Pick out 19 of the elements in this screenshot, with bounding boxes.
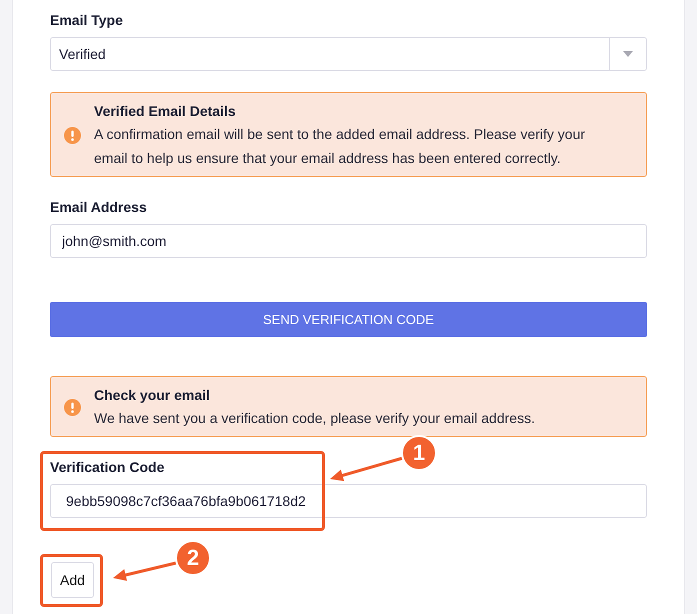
caret-icon <box>623 51 633 57</box>
input-field[interactable]: 9ebb59098c7cf36aa76bfa9b061718d2 <box>50 484 647 518</box>
alert-title: Verified Email Details <box>94 102 236 121</box>
highlight-frame <box>40 554 103 607</box>
send-code-button[interactable]: SEND VERIFICATION CODE <box>50 302 647 337</box>
callout-number-badge: 1 <box>401 435 437 471</box>
callout-arrow <box>113 562 178 581</box>
callout-number-badge: 2 <box>175 540 211 576</box>
warning-icon <box>64 126 81 144</box>
field-label: Email Type <box>50 11 123 30</box>
alert-message: A confirmation email will be sent to the added email address. Please verify your email to help us ensure that your email address has been entered correctly. <box>94 125 586 168</box>
alert-message: We have sent you a verification code, please verify your email address. <box>94 409 536 428</box>
field-label: Verification Code <box>50 458 164 477</box>
select-field[interactable]: Verified <box>50 37 647 71</box>
alert-title: Check your email <box>94 386 210 405</box>
field-label: Email Address <box>50 198 147 217</box>
add-button[interactable]: Add <box>51 562 94 598</box>
input-field[interactable]: john@smith.com <box>50 224 647 258</box>
warning-icon <box>64 398 81 416</box>
